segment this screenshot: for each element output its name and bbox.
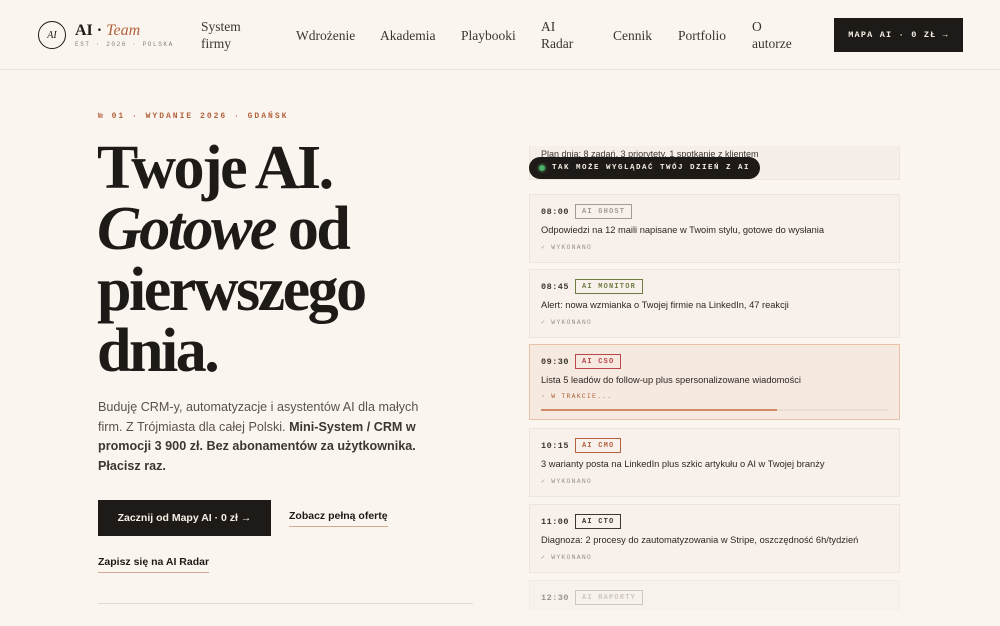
nav-label: firmy [201, 36, 231, 51]
hero-title: Twoje AI. Gotowe od pierwszego dnia. [97, 134, 517, 385]
nav-label: AI [541, 19, 556, 34]
logo-text: AI · Team EST · 2026 · POLSKA [75, 22, 174, 48]
logo-title: AI · Team [75, 22, 174, 39]
divider [98, 603, 473, 604]
task-description: Diagnoza: 2 procesy do zautomatyzowania … [541, 535, 859, 545]
task-time: 10:15 [541, 441, 570, 451]
task-description: Alert: nowa wzmianka o Twojej firmie na … [541, 300, 789, 310]
task-time: 11:00 [541, 517, 570, 527]
nav-label: Wdrożenie [296, 28, 356, 43]
nav-item-wdrozenie[interactable]: Wdrożenie [296, 27, 355, 44]
mapa-ai-button[interactable]: MAPA AI · 0 ZŁ → [834, 18, 963, 52]
nav-label: Cennik [613, 28, 652, 43]
nav-item-o-autorze[interactable]: Oautorze [752, 18, 792, 52]
nav-label: Playbooki [461, 28, 516, 43]
nav-item-ai-radar[interactable]: AI Radar [541, 18, 573, 52]
hero-title-line-2: Gotowe od [97, 198, 517, 260]
task-status: ✓ WYKONANO [541, 319, 593, 326]
nav-label: O [752, 19, 762, 34]
task-tag: AI MONITOR [575, 279, 644, 294]
task-tag: AI CSO [575, 354, 622, 369]
logo-subtitle: EST · 2026 · POLSKA [75, 41, 174, 48]
task-time: 12:30 [541, 593, 570, 603]
task-time: 08:00 [541, 207, 570, 217]
task-tag: AI CTO [575, 514, 622, 529]
task-card: 10:15 AI CMO 3 warianty posta na LinkedI… [529, 428, 900, 497]
task-status: ✓ WYKONANO [541, 244, 593, 251]
task-card: 12:30 AI RAPORTY [529, 580, 900, 610]
nav-label: Radar [541, 36, 574, 51]
task-status: ◦ W TRAKCIE... [541, 393, 613, 400]
nav-label: Akademia [380, 28, 436, 43]
full-offer-link[interactable]: Zobacz pełną ofertę [289, 510, 388, 527]
task-description: Odpowiedzi na 12 maili napisane w Twoim … [541, 225, 825, 235]
start-mapa-ai-button[interactable]: Zacznij od Mapy AI · 0 zł → [98, 500, 271, 536]
hero-description: Buduję CRM-y, automatyzacje i asystentów… [98, 398, 428, 476]
ai-radar-signup-link[interactable]: Zapisz się na AI Radar [98, 556, 210, 573]
mapa-ai-label: MAPA AI · 0 ZŁ [848, 30, 937, 40]
task-progress-bar [541, 409, 888, 411]
nav-label: System [201, 19, 241, 34]
task-card-active: 09:30 AI CSO Lista 5 leadów do follow-up… [529, 344, 900, 420]
nav-item-akademia[interactable]: Akademia [380, 27, 435, 44]
hero-eyebrow: № 01 · WYDANIE 2026 · GDAŃSK [98, 112, 289, 121]
task-progress-fill [541, 409, 777, 411]
nav-item-system-firmy[interactable]: System firmy [201, 18, 241, 52]
task-time: 09:30 [541, 357, 570, 367]
task-description: Lista 5 leadów do follow-up plus sperson… [541, 375, 801, 385]
day-with-ai-pill: TAK MOŻE WYGLĄDAĆ TWÓJ DZIEŃ Z AI [529, 157, 761, 179]
hero-title-line-1: Twoje AI. [97, 134, 334, 202]
arrow-right-icon: → [942, 30, 949, 40]
live-dot-icon [539, 165, 545, 171]
task-description: 3 warianty posta na LinkedIn plus szkic … [541, 459, 825, 469]
task-tag: AI GHOST [575, 204, 633, 219]
task-status: ✓ WYKONANO [541, 478, 593, 485]
site-header: AI AI · Team EST · 2026 · POLSKA System f… [0, 0, 1000, 70]
nav-item-cennik[interactable]: Cennik [613, 27, 652, 44]
task-card: 11:00 AI CTO Diagnoza: 2 procesy do zaut… [529, 504, 900, 573]
task-card: 08:45 AI MONITOR Alert: nowa wzmianka o … [529, 269, 900, 338]
hero-title-line-3: pierwszego [97, 256, 367, 324]
task-tag: AI CMO [575, 438, 622, 453]
nav-label: autorze [752, 36, 792, 51]
nav-label: Portfolio [678, 28, 727, 43]
logo-mark-icon: AI [38, 21, 66, 49]
hero-title-line-4: dnia. [97, 317, 220, 385]
task-status: ✓ WYKONANO [541, 554, 593, 561]
nav-item-playbooki[interactable]: Playbooki [461, 27, 516, 44]
pill-label: TAK MOŻE WYGLĄDAĆ TWÓJ DZIEŃ Z AI [552, 164, 751, 172]
nav-item-portfolio[interactable]: Portfolio [678, 27, 726, 44]
task-card: 08:00 AI GHOST Odpowiedzi na 12 maili na… [529, 194, 900, 263]
hero-title-line-2-rest: od [274, 195, 351, 263]
logo-team: Team [106, 22, 141, 39]
hero-title-italic: Gotowe [97, 195, 277, 263]
logo[interactable]: AI AI · Team EST · 2026 · POLSKA [38, 21, 174, 49]
task-tag: AI RAPORTY [575, 590, 644, 605]
task-time: 08:45 [541, 282, 570, 292]
logo-brand: AI · [75, 22, 107, 39]
